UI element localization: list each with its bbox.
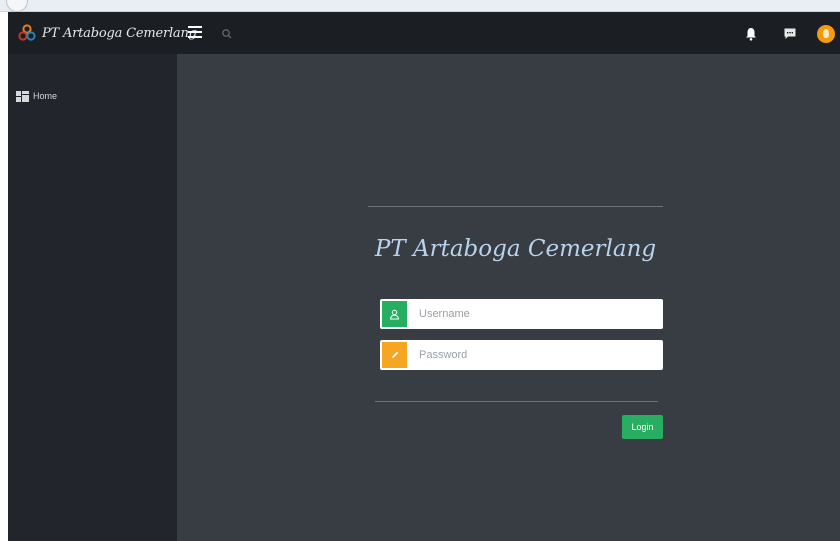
- chat-icon[interactable]: [783, 27, 797, 41]
- sidebar-item-home[interactable]: Home: [16, 88, 57, 104]
- browser-chrome-strip: [0, 0, 840, 12]
- sidebar: Home: [8, 54, 177, 541]
- divider-top: [368, 206, 663, 207]
- app-window: PT Artaboga Cemerlang Home PT Artaboga C…: [0, 0, 840, 541]
- brand[interactable]: PT Artaboga Cemerlang: [18, 12, 197, 54]
- login-title: PT Artaboga Cemerlang: [374, 236, 657, 262]
- username-input[interactable]: [419, 301, 659, 327]
- dashboard-grid-icon: [16, 90, 29, 102]
- username-field[interactable]: [380, 299, 663, 329]
- main-content: PT Artaboga Cemerlang Login: [177, 54, 840, 541]
- pencil-icon: [382, 342, 407, 368]
- divider-bottom: [375, 401, 658, 402]
- password-field[interactable]: [380, 340, 663, 370]
- sidebar-item-label: Home: [33, 91, 58, 101]
- browser-button-edge: [6, 0, 28, 12]
- hamburger-menu-icon[interactable]: [188, 26, 202, 40]
- brand-name: PT Artaboga Cemerlang: [42, 25, 197, 41]
- user-avatar-icon[interactable]: [817, 25, 835, 43]
- brand-logo-icon: [18, 24, 36, 42]
- user-icon: [382, 301, 407, 327]
- login-button[interactable]: Login: [622, 415, 663, 439]
- top-navbar: PT Artaboga Cemerlang: [8, 12, 840, 54]
- password-input[interactable]: [419, 342, 659, 368]
- bell-icon[interactable]: [745, 27, 757, 41]
- search-icon[interactable]: [221, 27, 233, 39]
